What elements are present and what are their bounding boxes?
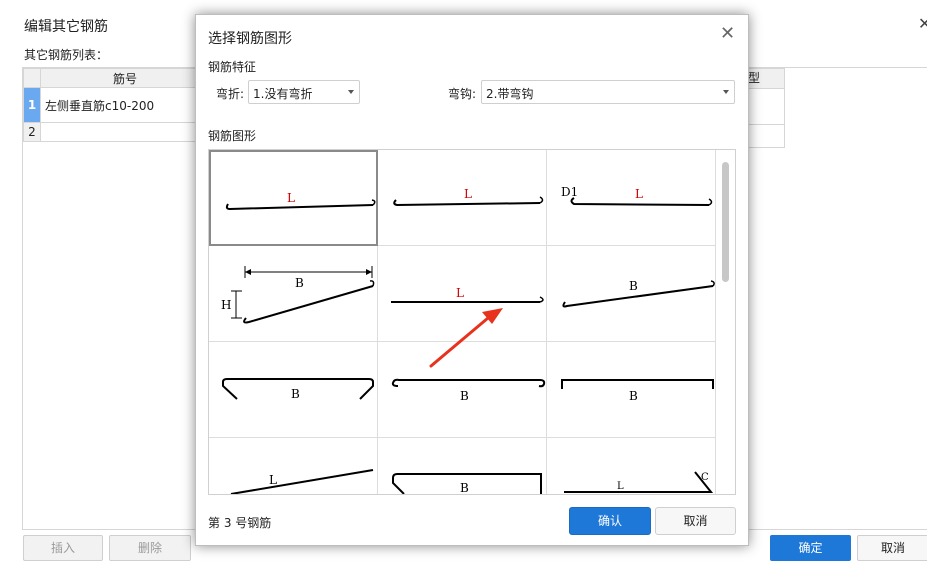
shape-drawing: B H [221,266,375,324]
shape-label: B [629,279,638,293]
shape-drawing: B [561,379,714,403]
shape-drawing: L [391,286,544,303]
shape-grid-scrollbar[interactable] [716,150,734,494]
shape-cell-12[interactable]: L C [547,438,716,494]
shape-cell-10[interactable]: L [209,438,378,494]
shape-label: L [456,286,464,300]
confirm-button[interactable]: 确认 [569,507,651,535]
shape-section-title: 钢筋图形 [208,129,257,143]
scrollbar-thumb[interactable] [722,162,729,282]
cancel-button[interactable]: 取消 [857,535,927,561]
shape-grid: L L D1 L B H L B B B B L B L C [208,149,736,495]
hook-select[interactable]: 2.带弯钩 [481,80,735,104]
rebar-table: 筋号 1 左侧垂直筋c10-200 2 [23,68,210,142]
shape-drawing: D1 L [561,185,713,206]
row-name[interactable] [40,122,210,142]
insert-button[interactable]: 插入 [23,535,103,561]
list-label: 其它钢筋列表： [24,48,109,62]
shape-label: D1 [561,185,578,199]
shape-label: L [269,473,277,487]
shape-label: L [287,191,295,205]
shape-label: L [617,481,624,492]
shape-drawing: B [392,473,542,495]
row-name[interactable]: 左侧垂直筋c10-200 [40,87,210,123]
chevron-down-icon [723,90,729,94]
table-row[interactable]: 2 [23,122,210,142]
shape-drawing: B [222,378,374,401]
shape-label: B [460,481,469,495]
shape-label: C [701,472,709,483]
row-index[interactable]: 1 [23,87,41,123]
shape-cell-3[interactable]: D1 L [547,150,716,246]
shape-label: H [221,298,231,312]
select-shape-dialog: 选择钢筋图形 ✕ 钢筋特征 弯折: 1.没有弯折 弯钩: 2.带弯钩 钢筋图形 … [195,14,749,546]
shape-drawing: B [391,378,546,403]
shape-cell-1[interactable]: L [209,150,378,246]
hook-select-value: 2.带弯钩 [486,87,534,101]
shape-cell-7[interactable]: B [209,342,378,438]
feature-section-title: 钢筋特征 [208,60,257,74]
column-header-partial[interactable]: 型 [746,69,784,89]
shape-label: L [464,187,472,201]
shape-drawing: L C [564,471,714,493]
delete-button[interactable]: 删除 [109,535,191,561]
shape-cell-6[interactable]: B [547,246,716,342]
bend-label: 弯折: [216,87,245,101]
dialog-title: 选择钢筋图形 [208,31,292,47]
dialog-cancel-button[interactable]: 取消 [655,507,736,535]
shape-drawing: L [393,187,544,207]
dialog-close-icon[interactable]: ✕ [720,25,735,43]
window-title: 编辑其它钢筋 [24,19,108,35]
shape-cell-8[interactable]: B [378,342,547,438]
column-partial-right: 型 [745,68,785,148]
table-corner [23,68,41,88]
shape-label: L [635,187,643,201]
shape-label: B [295,276,304,290]
column-header-name[interactable]: 筋号 [40,68,210,88]
table-row[interactable]: 1 左侧垂直筋c10-200 [23,87,210,123]
bend-select[interactable]: 1.没有弯折 [248,80,360,104]
shape-drawing: B [562,279,715,308]
shape-cell-11[interactable]: B [378,438,547,495]
shape-cell-4[interactable]: B H [209,246,378,342]
hook-label: 弯钩: [448,87,477,101]
window-close-icon[interactable]: ✕ [918,14,927,33]
shape-label: B [460,389,469,403]
shape-label: B [629,389,638,403]
status-text: 第 3 号钢筋 [208,516,272,530]
shape-cell-2[interactable]: L [378,150,547,246]
shape-drawing: L [230,469,374,494]
shape-label: B [291,387,300,401]
shape-cell-5[interactable]: L [378,246,547,342]
ok-button[interactable]: 确定 [770,535,851,561]
cell [746,89,784,125]
shape-drawing: L [225,191,376,211]
bend-select-value: 1.没有弯折 [253,87,313,101]
shape-cell-9[interactable]: B [547,342,716,438]
chevron-down-icon [348,90,354,94]
row-index[interactable]: 2 [23,122,41,142]
